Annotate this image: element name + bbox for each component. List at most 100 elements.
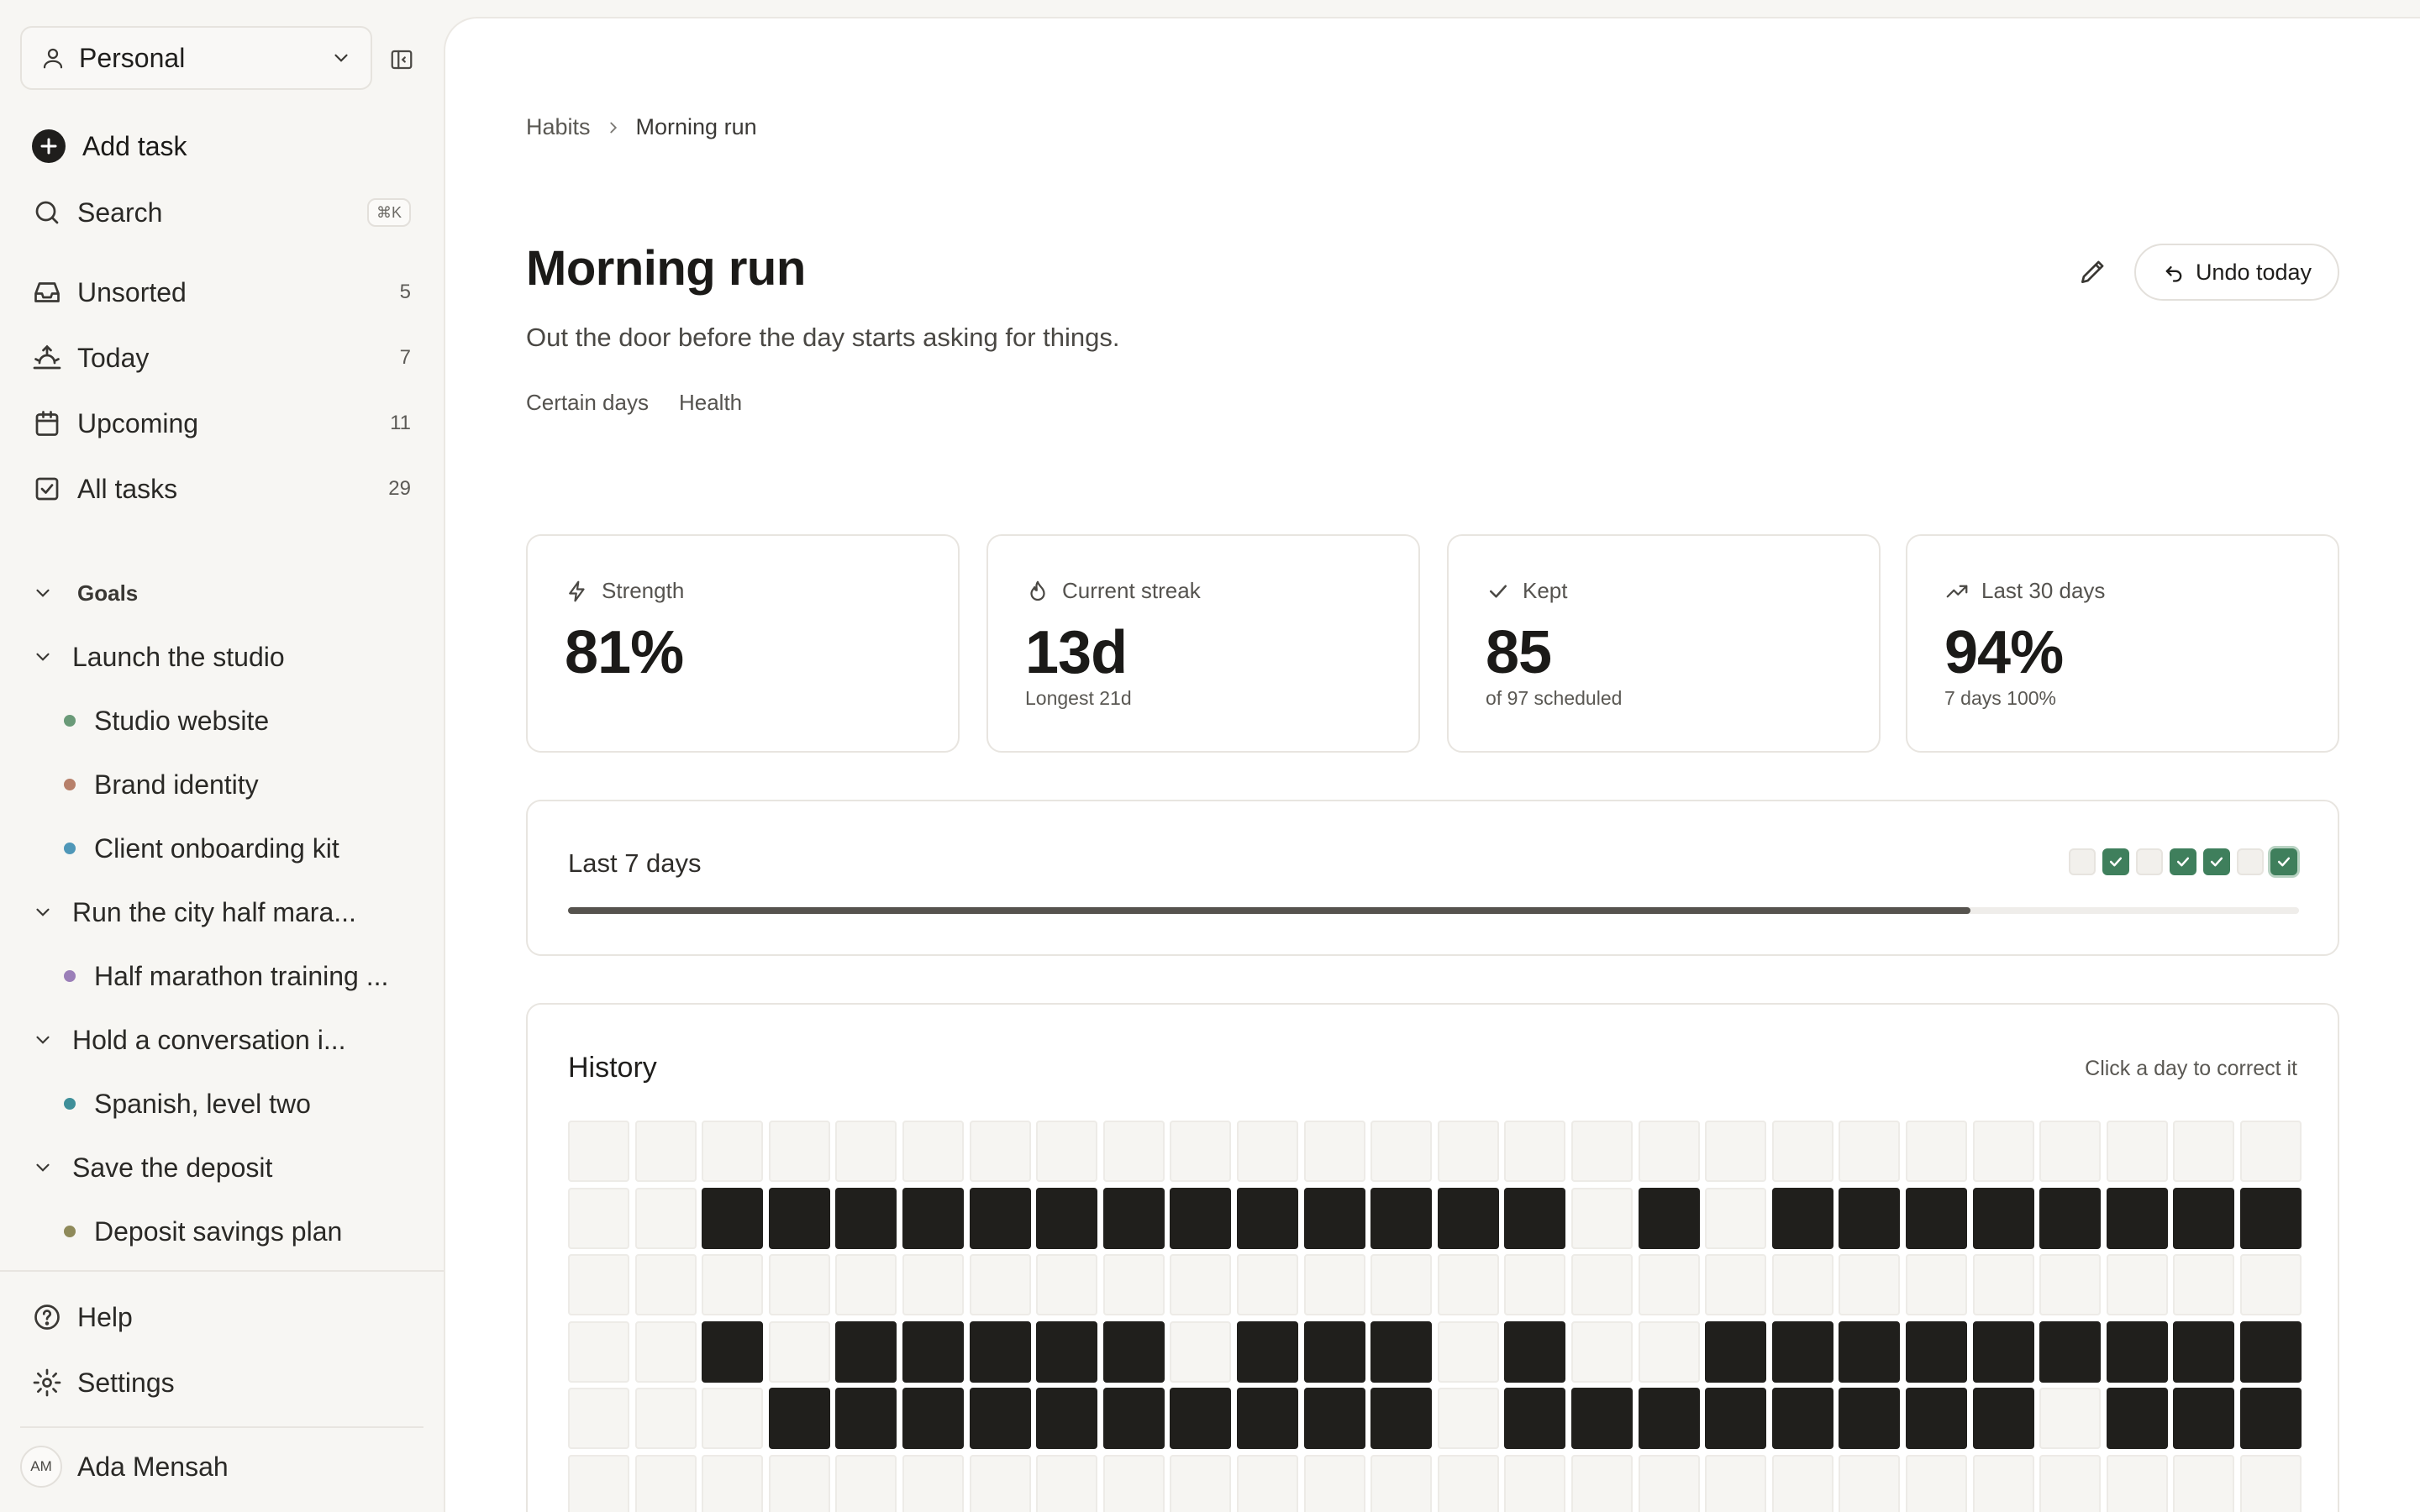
history-day-empty[interactable] (1304, 1254, 1365, 1315)
project-studio-website[interactable]: Studio website (64, 697, 269, 744)
goal-half-marathon[interactable]: Run the city half mara... (32, 889, 356, 936)
day-missed-box[interactable] (2237, 848, 2264, 875)
history-day-empty[interactable] (1370, 1455, 1432, 1512)
history-day-empty[interactable] (1103, 1254, 1165, 1315)
history-day-empty[interactable] (1639, 1121, 1700, 1182)
history-day-empty[interactable] (1237, 1455, 1298, 1512)
history-day-done[interactable] (2173, 1388, 2234, 1449)
history-day-empty[interactable] (1237, 1121, 1298, 1182)
history-day-empty[interactable] (1170, 1254, 1231, 1315)
sidebar-item-all-tasks[interactable]: All tasks 29 (32, 465, 411, 512)
history-day-empty[interactable] (1438, 1321, 1499, 1383)
history-day-done[interactable] (902, 1188, 964, 1249)
history-day-empty[interactable] (1571, 1121, 1633, 1182)
history-day-done[interactable] (2107, 1388, 2168, 1449)
history-day-empty[interactable] (2240, 1121, 2302, 1182)
day-done-check[interactable] (2102, 848, 2129, 875)
history-day-empty[interactable] (568, 1121, 629, 1182)
history-day-done[interactable] (2240, 1388, 2302, 1449)
history-day-done[interactable] (970, 1188, 1031, 1249)
history-day-done[interactable] (1103, 1321, 1165, 1383)
history-day-empty[interactable] (1772, 1121, 1833, 1182)
history-day-empty[interactable] (1504, 1254, 1565, 1315)
history-day-done[interactable] (2173, 1188, 2234, 1249)
history-day-empty[interactable] (1839, 1121, 1900, 1182)
day-done-check[interactable] (2203, 848, 2230, 875)
history-day-empty[interactable] (1906, 1455, 1967, 1512)
history-day-done[interactable] (1973, 1321, 2034, 1383)
history-day-done[interactable] (1304, 1188, 1365, 1249)
history-day-empty[interactable] (1304, 1121, 1365, 1182)
project-client-onboarding-kit[interactable]: Client onboarding kit (64, 825, 339, 872)
history-day-done[interactable] (1772, 1188, 1833, 1249)
history-day-done[interactable] (1237, 1321, 1298, 1383)
history-day-done[interactable] (902, 1321, 964, 1383)
history-day-empty[interactable] (1170, 1455, 1231, 1512)
add-task-button[interactable]: Add task (32, 123, 411, 170)
history-day-empty[interactable] (635, 1388, 697, 1449)
history-day-empty[interactable] (970, 1121, 1031, 1182)
history-day-empty[interactable] (1504, 1455, 1565, 1512)
history-day-empty[interactable] (2107, 1455, 2168, 1512)
history-day-empty[interactable] (769, 1121, 830, 1182)
history-day-empty[interactable] (1705, 1254, 1766, 1315)
history-day-empty[interactable] (1438, 1388, 1499, 1449)
history-day-empty[interactable] (1438, 1121, 1499, 1182)
history-day-empty[interactable] (1438, 1254, 1499, 1315)
project-deposit-savings-plan[interactable]: Deposit savings plan (64, 1208, 342, 1255)
history-day-empty[interactable] (1438, 1455, 1499, 1512)
history-day-done[interactable] (2039, 1321, 2101, 1383)
history-day-empty[interactable] (835, 1455, 897, 1512)
history-day-empty[interactable] (1973, 1121, 2034, 1182)
history-day-empty[interactable] (769, 1455, 830, 1512)
sidebar-item-unsorted[interactable]: Unsorted 5 (32, 269, 411, 316)
history-day-empty[interactable] (1237, 1254, 1298, 1315)
history-day-empty[interactable] (1370, 1254, 1432, 1315)
history-day-done[interactable] (1304, 1388, 1365, 1449)
history-day-empty[interactable] (2240, 1254, 2302, 1315)
history-day-empty[interactable] (1304, 1455, 1365, 1512)
history-day-done[interactable] (769, 1188, 830, 1249)
goal-save-the-deposit[interactable]: Save the deposit (32, 1144, 272, 1191)
history-day-done[interactable] (1237, 1188, 1298, 1249)
history-day-empty[interactable] (1571, 1455, 1633, 1512)
undo-today-button[interactable]: Undo today (2134, 244, 2339, 301)
history-day-empty[interactable] (2039, 1254, 2101, 1315)
history-day-empty[interactable] (1906, 1121, 1967, 1182)
history-day-done[interactable] (1036, 1188, 1097, 1249)
history-day-empty[interactable] (2039, 1121, 2101, 1182)
goal-launch-the-studio[interactable]: Launch the studio (32, 633, 285, 680)
history-day-empty[interactable] (1170, 1121, 1231, 1182)
history-day-done[interactable] (702, 1321, 763, 1383)
history-day-empty[interactable] (702, 1455, 763, 1512)
history-day-done[interactable] (1304, 1321, 1365, 1383)
history-day-done[interactable] (1906, 1321, 1967, 1383)
history-day-done[interactable] (1906, 1188, 1967, 1249)
history-day-done[interactable] (1103, 1388, 1165, 1449)
history-day-empty[interactable] (2173, 1121, 2234, 1182)
history-day-empty[interactable] (769, 1254, 830, 1315)
history-day-empty[interactable] (970, 1254, 1031, 1315)
history-day-empty[interactable] (2240, 1455, 2302, 1512)
history-day-empty[interactable] (970, 1455, 1031, 1512)
history-day-done[interactable] (1839, 1321, 1900, 1383)
history-day-empty[interactable] (1973, 1254, 2034, 1315)
history-day-done[interactable] (1973, 1388, 2034, 1449)
history-day-empty[interactable] (769, 1321, 830, 1383)
history-day-done[interactable] (1237, 1388, 1298, 1449)
history-day-empty[interactable] (635, 1121, 697, 1182)
history-day-done[interactable] (1370, 1188, 1432, 1249)
history-day-done[interactable] (1438, 1188, 1499, 1249)
history-day-empty[interactable] (1571, 1254, 1633, 1315)
help-button[interactable]: Help (32, 1294, 411, 1341)
history-day-empty[interactable] (1639, 1455, 1700, 1512)
history-day-empty[interactable] (2173, 1455, 2234, 1512)
day-missed-box[interactable] (2069, 848, 2096, 875)
history-day-done[interactable] (1639, 1188, 1700, 1249)
breadcrumb-habits[interactable]: Habits (526, 114, 591, 140)
history-day-done[interactable] (1973, 1188, 2034, 1249)
history-day-empty[interactable] (835, 1121, 897, 1182)
history-day-empty[interactable] (568, 1188, 629, 1249)
workspace-switcher[interactable]: Personal (20, 26, 372, 90)
history-day-empty[interactable] (1504, 1121, 1565, 1182)
